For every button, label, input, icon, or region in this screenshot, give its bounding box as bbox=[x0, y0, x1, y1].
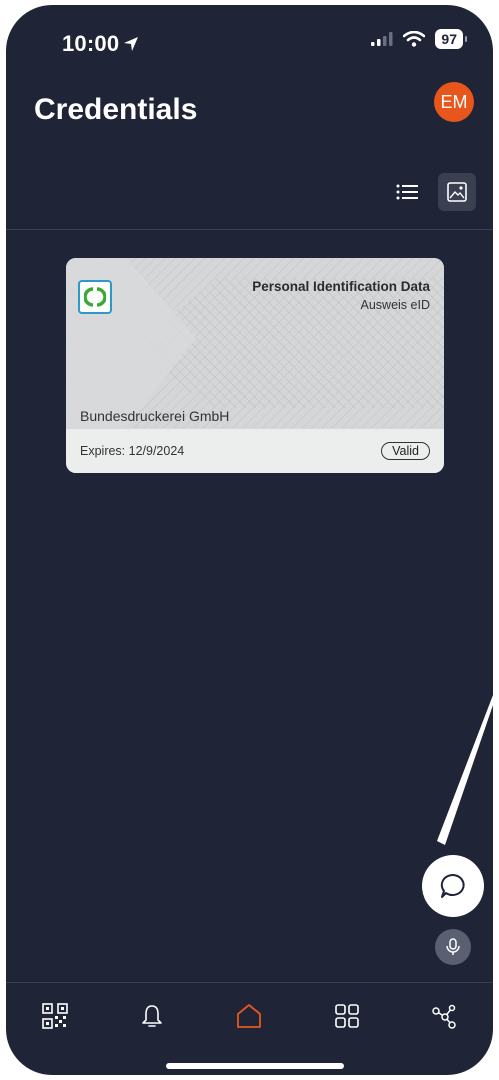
chat-button[interactable] bbox=[422, 855, 484, 917]
status-badge: Valid bbox=[381, 442, 430, 460]
view-toggle bbox=[388, 173, 476, 211]
status-time: 10:00 bbox=[62, 31, 139, 57]
card-view-icon bbox=[447, 182, 467, 202]
bottom-navigation bbox=[6, 982, 493, 1054]
credential-subtitle: Ausweis eID bbox=[360, 298, 430, 312]
home-indicator bbox=[166, 1063, 344, 1069]
chat-bubble-icon bbox=[440, 873, 465, 898]
wifi-icon bbox=[403, 31, 426, 47]
nav-item-connections[interactable] bbox=[424, 1003, 464, 1035]
card-footer: Expires: 12/9/2024 Valid bbox=[66, 429, 444, 473]
chat-bubble-tail bbox=[437, 695, 493, 845]
location-arrow-icon bbox=[124, 37, 139, 51]
credential-title: Personal Identification Data bbox=[252, 279, 430, 294]
microphone-icon bbox=[446, 938, 460, 955]
list-view-icon bbox=[396, 184, 418, 200]
avatar[interactable]: EM bbox=[434, 82, 474, 122]
nav-item-home[interactable] bbox=[229, 1003, 269, 1035]
issuer-logo-icon bbox=[84, 287, 106, 307]
qr-code-icon bbox=[41, 1003, 68, 1029]
home-icon bbox=[237, 1004, 262, 1028]
signal-icon bbox=[371, 32, 393, 46]
page-title: Credentials bbox=[34, 93, 198, 126]
share-nodes-icon bbox=[432, 1004, 456, 1029]
nav-item-scan[interactable] bbox=[35, 1003, 75, 1035]
status-indicators: 97 bbox=[371, 29, 467, 49]
nav-item-apps[interactable] bbox=[327, 1003, 367, 1035]
list-view-button[interactable] bbox=[388, 173, 426, 211]
nav-item-notifications[interactable] bbox=[132, 1003, 172, 1035]
voice-input-button[interactable] bbox=[435, 929, 471, 965]
header-divider bbox=[6, 229, 493, 230]
issuer-logo bbox=[78, 280, 112, 314]
card-view-button[interactable] bbox=[438, 173, 476, 211]
grid-icon bbox=[335, 1004, 359, 1028]
expiry-date: Expires: 12/9/2024 bbox=[80, 444, 185, 458]
app-screen: 10:00 97 Credentials EM Personal Identif… bbox=[6, 5, 493, 1075]
bell-icon bbox=[142, 1005, 162, 1027]
credential-issuer: Bundesdruckerei GmbH bbox=[80, 408, 230, 424]
battery-indicator: 97 bbox=[435, 29, 467, 49]
credential-card[interactable]: Personal Identification Data Ausweis eID… bbox=[66, 258, 444, 473]
